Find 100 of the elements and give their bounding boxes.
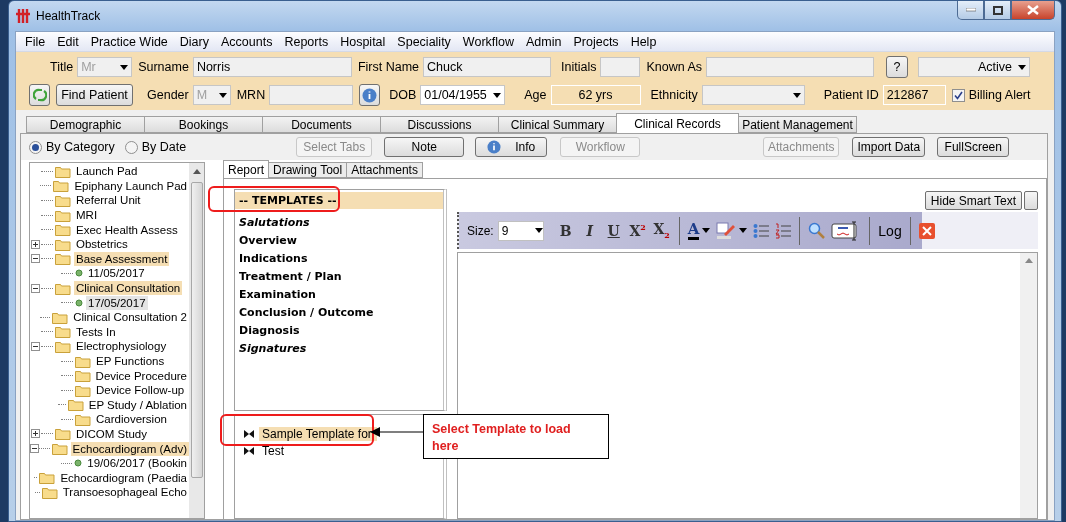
field-label: MRN — [236, 88, 266, 102]
collapse-icon[interactable] — [31, 341, 40, 351]
template-item[interactable]: Diagnosis — [235, 322, 443, 340]
template-item[interactable]: Salutations — [235, 214, 443, 232]
tab[interactable]: Bookings — [144, 116, 263, 133]
tab[interactable]: Clinical Records — [616, 113, 739, 133]
menu-item[interactable]: Projects — [568, 34, 626, 49]
dropdown-button[interactable] — [1024, 191, 1038, 210]
radio-button[interactable] — [124, 140, 138, 154]
radio-button[interactable] — [29, 140, 42, 154]
font-color-button[interactable]: A — [684, 218, 714, 243]
tree-item[interactable]: Device Procedure — [93, 368, 189, 383]
tree-item[interactable]: EP Study / Ablation — [86, 397, 189, 412]
tree-item[interactable]: EP Functions — [94, 354, 167, 368]
menu-item[interactable]: Practice Wide — [85, 34, 175, 49]
scroll-up-icon[interactable] — [1024, 257, 1033, 263]
tree-item[interactable]: Launch Pad — [74, 164, 140, 179]
tree-item[interactable]: 17/05/2017 — [86, 295, 148, 310]
collapse-icon[interactable] — [31, 254, 40, 264]
highlighter-icon — [716, 221, 737, 240]
toolbar-button[interactable]: Note — [384, 137, 465, 157]
template-tree-item[interactable]: Sample Template for — [259, 426, 377, 441]
tree-item[interactable]: Echocardiogram (Adv) — [70, 441, 189, 456]
scroll-up-icon[interactable] — [192, 168, 201, 176]
tree-item[interactable]: 11/05/2017 — [86, 266, 147, 281]
menu-item[interactable]: Edit — [52, 34, 86, 49]
tree-item[interactable]: Obstetrics — [74, 237, 130, 252]
known-as-field[interactable] — [706, 57, 875, 77]
collapse-icon[interactable] — [31, 283, 40, 293]
tree-item[interactable]: MRI — [74, 208, 100, 223]
close-button[interactable] — [1011, 1, 1055, 20]
template-item[interactable]: Signatures — [235, 340, 443, 358]
tree-item[interactable]: Referral Unit — [74, 193, 143, 208]
template-item[interactable]: Treatment / Plan — [235, 268, 443, 286]
billing-alert-checkbox[interactable] — [951, 88, 965, 102]
expand-icon[interactable] — [31, 429, 40, 439]
tree-item[interactable]: DICOM Study — [74, 427, 149, 441]
format-button[interactable]: X$^{2}$ — [625, 218, 650, 243]
tree-item[interactable]: Clinical Consultation — [74, 281, 183, 296]
template-item[interactable]: Indications — [235, 250, 443, 268]
toolbar-button[interactable]: Info — [475, 137, 548, 157]
tree-item[interactable]: Epiphany Launch Pad — [72, 178, 189, 193]
tree-item[interactable]: Tests In — [74, 324, 118, 339]
tree-item[interactable]: Echocardiogram (Paedia — [58, 470, 189, 485]
minimize-button[interactable] — [957, 1, 984, 20]
folder-icon — [55, 427, 71, 441]
menu-item[interactable]: Help — [625, 34, 664, 49]
tab[interactable]: Attachments — [346, 162, 423, 178]
toolbar-button[interactable]: FullScreen — [937, 137, 1010, 157]
tab[interactable]: Demographic — [26, 116, 145, 133]
tab[interactable]: Discussions — [380, 116, 499, 133]
menu-item[interactable]: Reports — [279, 34, 336, 49]
tree-item[interactable]: Base Assessment — [74, 251, 170, 266]
tree-item[interactable]: Electrophysiology — [74, 339, 169, 354]
toolbar-button[interactable]: Import Data — [852, 137, 926, 157]
hide-smart-text-button[interactable]: Hide Smart Text — [924, 191, 1022, 210]
tree-item[interactable]: Device Follow-up — [94, 383, 187, 398]
template-item[interactable]: Conclusion / Outcome — [235, 304, 443, 322]
tab[interactable]: Report — [223, 160, 270, 178]
format-button[interactable]: I — [577, 218, 602, 243]
scrollbar[interactable] — [189, 163, 204, 518]
tree-item[interactable]: Transoesophageal Echo — [60, 485, 189, 500]
help-button[interactable]: ? — [886, 56, 909, 78]
find-patient-button[interactable]: Find Patient — [56, 84, 133, 106]
tree-item[interactable]: 19/06/2017 (Bookin — [85, 456, 189, 471]
tab[interactable]: Clinical Summary — [498, 116, 617, 133]
template-tree-item[interactable]: Test — [259, 443, 287, 458]
tab[interactable]: Patient Management — [738, 116, 857, 133]
menu-item[interactable]: Admin — [521, 34, 569, 49]
format-button[interactable]: X$_{2}$ — [649, 218, 674, 243]
status-select[interactable]: Active — [918, 57, 1031, 77]
scrollbar[interactable] — [1020, 253, 1037, 518]
collapse-icon[interactable] — [30, 444, 40, 454]
maximize-button[interactable] — [984, 1, 1011, 20]
format-button[interactable]: U — [601, 218, 626, 243]
initials-field[interactable] — [600, 57, 641, 77]
folder-icon — [55, 223, 71, 237]
tree-item[interactable]: Clinical Consultation 2 — [71, 310, 189, 325]
menu-item[interactable]: Speciality — [392, 34, 458, 49]
first-name-field[interactable]: Chuck — [423, 57, 551, 77]
tree-item[interactable]: Cardioversion — [94, 412, 169, 427]
menu-item[interactable]: Diary — [174, 34, 216, 49]
menu-item[interactable]: File — [20, 34, 53, 49]
template-item[interactable]: Overview — [235, 232, 443, 250]
refresh-button[interactable] — [29, 84, 50, 106]
tab[interactable]: Documents — [262, 116, 381, 133]
dob-select[interactable]: 01/04/1955 — [420, 85, 506, 105]
tree-item[interactable]: Exec Health Assess — [74, 222, 180, 237]
menu-item[interactable]: Hospital — [335, 34, 393, 49]
font-size-select[interactable]: 9 — [497, 220, 544, 241]
surname-field[interactable]: Norris — [192, 57, 352, 77]
template-item[interactable]: Examination — [235, 286, 443, 304]
mrn-field[interactable] — [269, 85, 354, 105]
menu-item[interactable]: Workflow — [457, 34, 522, 49]
info-button[interactable] — [359, 84, 381, 106]
expand-icon[interactable] — [31, 239, 40, 249]
log-button[interactable]: Log — [875, 218, 905, 243]
format-button[interactable]: B — [553, 218, 578, 243]
tab[interactable]: Drawing Tool — [268, 162, 348, 178]
menu-item[interactable]: Accounts — [216, 34, 280, 49]
